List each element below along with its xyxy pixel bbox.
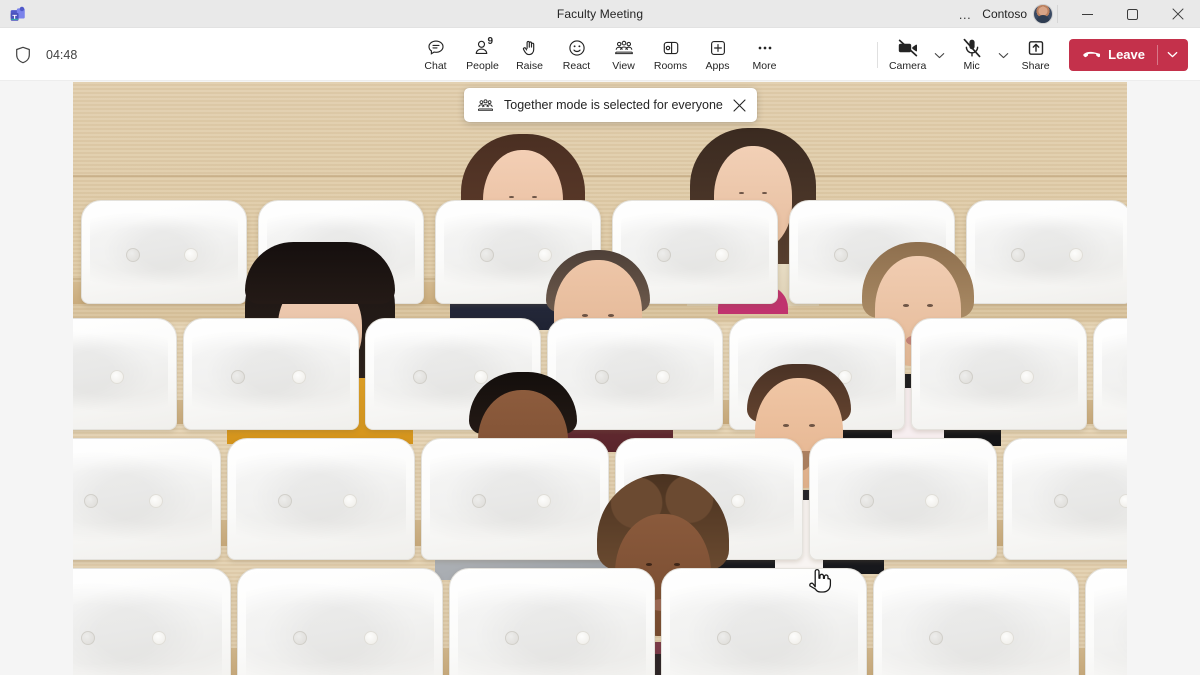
react-label: React bbox=[562, 60, 591, 72]
more-button[interactable]: More bbox=[741, 30, 788, 80]
maximize-button[interactable] bbox=[1110, 0, 1155, 28]
participant-bangs bbox=[245, 242, 395, 304]
more-ellipsis-icon bbox=[755, 37, 775, 58]
share-screen-icon bbox=[1026, 37, 1046, 58]
people-button[interactable]: 9 People bbox=[459, 30, 506, 80]
close-icon bbox=[1171, 8, 1184, 20]
leave-label: Leave bbox=[1108, 47, 1145, 62]
toolbar-left-group: 04:48 bbox=[13, 28, 77, 81]
toolbar-right-group: Camera Mic Share Leave bbox=[871, 28, 1188, 81]
seat bbox=[73, 318, 177, 430]
seat bbox=[81, 200, 247, 304]
breakout-rooms-icon bbox=[661, 37, 681, 58]
view-button[interactable]: View bbox=[600, 30, 647, 80]
seat bbox=[661, 568, 867, 675]
video-stage-together-mode[interactable] bbox=[73, 82, 1127, 675]
close-icon bbox=[733, 98, 746, 112]
camera-off-icon bbox=[897, 37, 919, 58]
chat-icon bbox=[426, 37, 446, 58]
banner-message: Together mode is selected for everyone bbox=[504, 98, 723, 112]
apps-label: Apps bbox=[705, 60, 730, 72]
seat bbox=[1003, 438, 1127, 560]
view-together-icon bbox=[614, 37, 634, 58]
chat-button[interactable]: Chat bbox=[412, 30, 459, 80]
seat bbox=[183, 318, 359, 430]
shield-icon[interactable] bbox=[13, 45, 33, 65]
seat bbox=[237, 568, 443, 675]
minimize-button[interactable] bbox=[1065, 0, 1110, 28]
share-label: Share bbox=[1021, 60, 1050, 72]
raise-hand-icon bbox=[520, 37, 540, 58]
react-button[interactable]: React bbox=[553, 30, 600, 80]
camera-options-chevron[interactable] bbox=[931, 30, 948, 80]
leave-button[interactable]: Leave bbox=[1069, 38, 1188, 71]
chevron-down-icon bbox=[934, 53, 945, 59]
people-label: People bbox=[466, 60, 499, 72]
hang-up-icon bbox=[1081, 45, 1101, 64]
people-icon: 9 bbox=[473, 36, 494, 58]
mic-button[interactable]: Mic bbox=[948, 30, 995, 80]
seat bbox=[1085, 568, 1127, 675]
apps-button[interactable]: Apps bbox=[694, 30, 741, 80]
people-count-badge: 9 bbox=[487, 36, 494, 47]
title-bar: Faculty Meeting … Contoso bbox=[0, 0, 1200, 28]
seat bbox=[449, 568, 655, 675]
rooms-button[interactable]: Rooms bbox=[647, 30, 694, 80]
raise-hand-label: Raise bbox=[516, 60, 543, 72]
raise-hand-button[interactable]: Raise bbox=[506, 30, 553, 80]
chat-label: Chat bbox=[424, 60, 447, 72]
meeting-timer: 04:48 bbox=[46, 47, 78, 62]
seat bbox=[809, 438, 997, 560]
together-mode-notification-banner: Together mode is selected for everyone bbox=[464, 88, 757, 122]
mic-options-chevron[interactable] bbox=[995, 30, 1012, 80]
rooms-label: Rooms bbox=[653, 60, 688, 72]
pointer-hand-cursor bbox=[806, 566, 832, 601]
maximize-icon bbox=[1127, 8, 1138, 20]
seat bbox=[911, 318, 1087, 430]
seat bbox=[73, 568, 231, 675]
seat bbox=[227, 438, 415, 560]
seat bbox=[1093, 318, 1127, 430]
leave-options-chevron[interactable] bbox=[1158, 49, 1186, 60]
banner-close-button[interactable] bbox=[733, 98, 746, 112]
org-name-label: Contoso bbox=[982, 7, 1027, 21]
share-button[interactable]: Share bbox=[1012, 30, 1059, 80]
titlebar-divider bbox=[1057, 5, 1058, 23]
minimize-icon bbox=[1082, 13, 1093, 15]
together-mode-icon bbox=[477, 97, 494, 114]
camera-label: Camera bbox=[888, 60, 927, 72]
react-smiley-icon bbox=[567, 37, 587, 58]
teams-meeting-window: Faculty Meeting … Contoso 04:48 Chat 9 P… bbox=[0, 0, 1200, 675]
chevron-down-icon bbox=[1167, 51, 1177, 58]
titlebar-more-options-button[interactable]: … bbox=[950, 0, 980, 28]
more-label: More bbox=[752, 60, 777, 72]
meeting-toolbar: 04:48 Chat 9 People Raise React View Roo… bbox=[0, 28, 1200, 81]
chevron-down-icon bbox=[998, 53, 1009, 59]
close-button[interactable] bbox=[1155, 0, 1200, 28]
mic-label: Mic bbox=[963, 60, 980, 72]
seat bbox=[73, 438, 221, 560]
seat bbox=[873, 568, 1079, 675]
mic-off-icon bbox=[961, 37, 983, 58]
toolbar-center-group: Chat 9 People Raise React View Rooms App… bbox=[412, 28, 788, 81]
camera-button[interactable]: Camera bbox=[884, 30, 931, 80]
apps-plus-icon bbox=[708, 37, 728, 58]
view-label: View bbox=[612, 60, 635, 72]
title-bar-right-controls: … Contoso bbox=[950, 0, 1200, 28]
avatar[interactable] bbox=[1033, 4, 1053, 24]
toolbar-divider bbox=[877, 41, 879, 68]
